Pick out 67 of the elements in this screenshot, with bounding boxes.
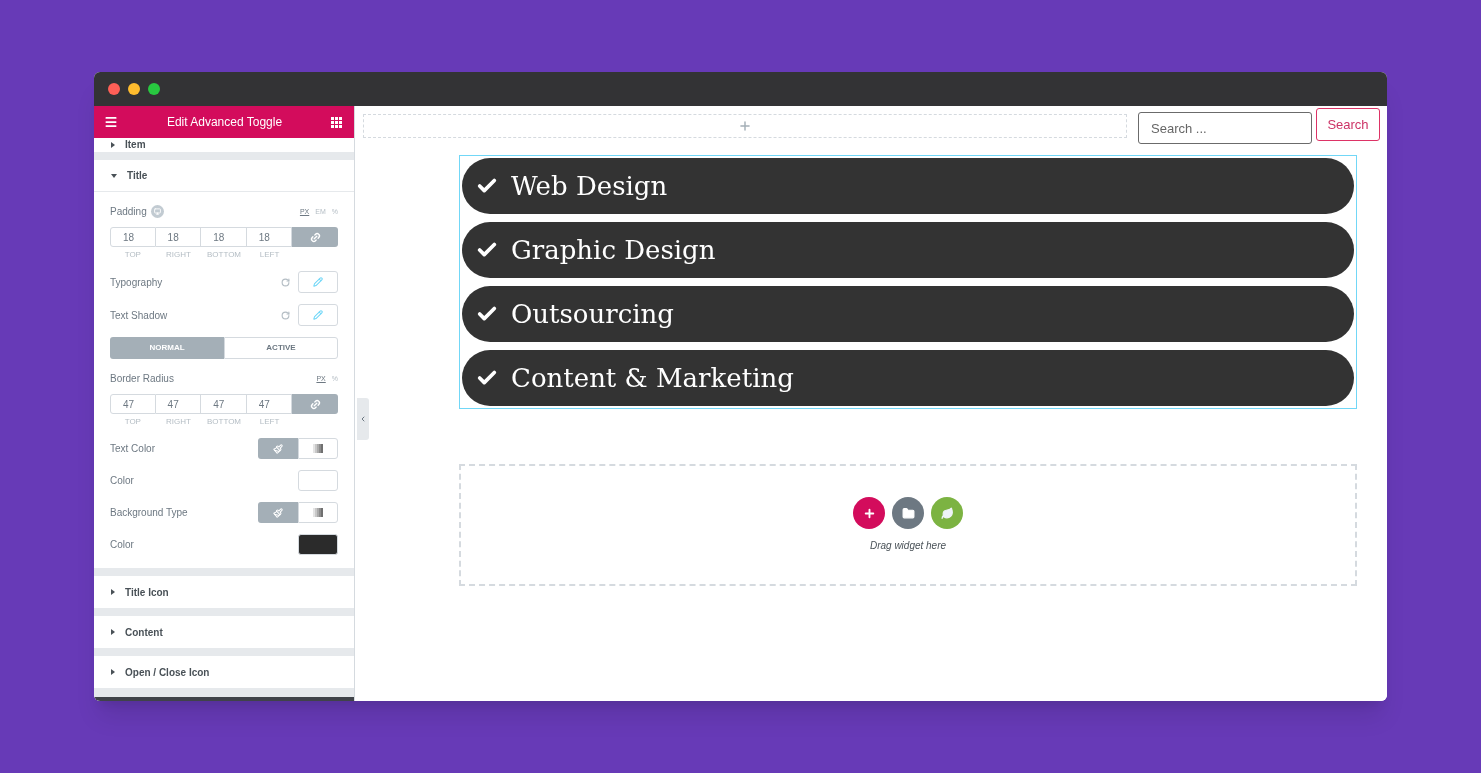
plus-icon	[862, 506, 876, 520]
control-label: Color	[110, 474, 134, 488]
toggle-header[interactable]: Outsourcing	[462, 286, 1354, 342]
choice-option[interactable]	[258, 438, 298, 459]
template-button[interactable]	[892, 497, 924, 529]
section-header[interactable]: Title Icon	[94, 576, 354, 608]
color-swatch[interactable]	[298, 534, 338, 555]
section-header[interactable]: Item	[94, 138, 354, 152]
dimension-caption: RIGHT	[164, 417, 192, 427]
section-header[interactable]: Open / Close Icon	[94, 656, 354, 688]
dimension-caption: BOTTOM	[205, 250, 243, 260]
link-button[interactable]	[292, 394, 338, 414]
dimension-input[interactable]: 47	[110, 394, 156, 414]
color-swatch[interactable]	[298, 470, 338, 491]
dimension-caption: LEFT	[258, 250, 281, 260]
menu-icon[interactable]	[104, 115, 118, 129]
dimension-caption: TOP	[123, 417, 142, 427]
state-tab[interactable]: ACTIVE	[224, 337, 338, 359]
choice-option[interactable]	[298, 502, 338, 523]
control-label: Border Radius	[110, 371, 174, 386]
dimension-input[interactable]: 18	[110, 227, 156, 247]
dimension-input[interactable]: 18	[201, 227, 247, 247]
control-label: Text Color	[110, 442, 155, 456]
reset-icon[interactable]	[281, 277, 290, 287]
add-section-area[interactable]	[363, 114, 1127, 138]
toggle-header[interactable]: Web Design	[462, 158, 1354, 214]
section-header[interactable]: Title	[94, 160, 354, 192]
section-header[interactable]: Content	[94, 616, 354, 648]
edit-button[interactable]	[298, 304, 338, 326]
choice-option[interactable]	[258, 502, 298, 523]
control-label: Padding	[110, 204, 147, 219]
grid-icon[interactable]	[331, 116, 342, 128]
reset-icon[interactable]	[281, 310, 290, 320]
choice-option[interactable]	[298, 438, 338, 459]
control-label: Background Type	[110, 506, 188, 520]
dimension-input[interactable]: 47	[201, 394, 247, 414]
leaf-icon	[940, 506, 954, 520]
gradient-icon	[313, 444, 323, 453]
drop-hint: Drag widget here	[869, 539, 947, 553]
edit-button[interactable]	[298, 271, 338, 293]
brush-icon	[273, 443, 283, 454]
chevron-left-icon	[359, 415, 367, 423]
dimension-caption: TOP	[123, 250, 142, 260]
control-label: Typography	[110, 275, 163, 290]
kit-button[interactable]	[931, 497, 963, 529]
plus-icon	[738, 119, 752, 133]
search-field[interactable]: Search ...	[1138, 112, 1312, 144]
toggle-header[interactable]: Graphic Design	[462, 222, 1354, 278]
dimension-caption: LEFT	[258, 417, 281, 427]
panel-title: Edit Advanced Toggle	[165, 114, 284, 131]
link-button[interactable]	[292, 227, 338, 247]
dimension-caption: RIGHT	[164, 250, 192, 260]
brush-icon	[273, 507, 283, 518]
search-button[interactable]: Search	[1316, 108, 1380, 141]
control-label: Color	[110, 538, 134, 552]
toggle-header[interactable]: Content & Marketing	[462, 350, 1354, 406]
dimension-input[interactable]: 18	[155, 227, 202, 247]
pencil-icon	[313, 277, 323, 287]
gradient-icon	[313, 508, 323, 517]
control-label: Text Shadow	[110, 308, 168, 323]
folder-icon	[901, 506, 915, 520]
monitor-icon[interactable]	[150, 204, 164, 218]
dimension-caption: BOTTOM	[205, 417, 243, 427]
pencil-icon	[313, 310, 323, 320]
collapse-handle[interactable]	[357, 398, 369, 440]
dimension-input[interactable]: 47	[155, 394, 202, 414]
add-button[interactable]	[853, 497, 885, 529]
